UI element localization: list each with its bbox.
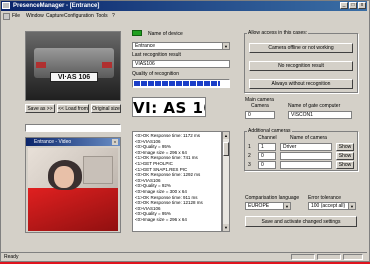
camera-label: Camera — [251, 103, 269, 109]
status-bar: Ready — [1, 252, 367, 260]
access-group-label: Allow access in this cases: — [247, 30, 309, 36]
status-text: Ready — [4, 254, 19, 260]
additional-row-3-name[interactable] — [280, 161, 332, 169]
error-tolerance-select[interactable]: 100 (accept all) ▼ — [308, 202, 356, 210]
additional-cameras-label: Additional cameras — [247, 128, 292, 134]
menu-app-icon — [3, 13, 10, 20]
status-pane-3 — [343, 254, 363, 260]
additional-row-1-name[interactable]: Driver — [280, 143, 332, 151]
always-without-recognition-button[interactable]: Always without recognition — [249, 79, 353, 89]
main-camera-field[interactable]: 0 — [245, 111, 275, 119]
additional-row-3-channel[interactable]: 0 — [258, 161, 276, 169]
chevron-down-icon: ▼ — [283, 203, 290, 209]
video-close-icon[interactable]: x — [112, 139, 118, 145]
minimize-button[interactable]: _ — [340, 2, 348, 9]
menu-file[interactable]: File — [12, 13, 20, 20]
video-window: Entrance - Video x — [25, 137, 121, 233]
device-select[interactable]: Entrance ▼ — [132, 42, 230, 50]
status-pane-1 — [291, 254, 315, 260]
additional-row-1-show-button[interactable]: Show — [336, 143, 354, 151]
menu-configuration[interactable]: Configuration — [64, 13, 94, 20]
status-pane-2 — [317, 254, 341, 260]
title-bar: PresenceManager - [Entrance] — [1, 1, 367, 11]
additional-row-3-show-button[interactable]: Show — [336, 161, 354, 169]
menu-capture[interactable]: Capture — [46, 13, 64, 20]
additional-row-1-index: 1 — [248, 144, 251, 150]
menu-tools[interactable]: Tools — [96, 13, 108, 20]
window-title: PresenceManager - [Entrance] — [13, 3, 100, 9]
quality-progress — [132, 79, 230, 88]
camera-offline-button[interactable]: Camera offline or not working — [249, 43, 353, 53]
snapshot-plate: VI·AS 106 — [50, 72, 98, 82]
menu-window[interactable]: Window — [26, 13, 44, 20]
save-settings-button[interactable]: Save and activate changed settings — [245, 216, 357, 227]
comparison-language-value: EUROPE — [248, 203, 270, 209]
comparison-language-label: Comparisation language — [245, 195, 300, 201]
gate-computer-field[interactable]: VISCON1 — [288, 111, 352, 119]
device-name-label: Name of device — [148, 31, 183, 37]
bottom-red-stripe — [0, 262, 370, 264]
last-result-label: Last recognition result — [132, 52, 181, 58]
chevron-down-icon: ▼ — [222, 43, 229, 49]
camera-status-icon — [132, 30, 142, 36]
additional-row-2-show-button[interactable]: Show — [336, 152, 354, 160]
video-window-titlebar: Entrance - Video — [26, 138, 120, 146]
quality-label: Quality of recognition — [132, 71, 179, 77]
error-tolerance-label: Error tolerance — [308, 195, 342, 201]
chevron-down-icon: ▼ — [348, 203, 355, 209]
log-scrollbar[interactable]: ▲ ▼ — [222, 131, 230, 232]
additional-row-3-index: 3 — [248, 162, 251, 168]
recognized-plate: VI: AS 106 — [132, 97, 206, 117]
video-frame — [28, 148, 118, 231]
additional-row-1-channel[interactable]: 1 — [258, 143, 276, 151]
original-size-button[interactable]: Original size — [91, 104, 121, 113]
snapshot-image: VI·AS 106 — [25, 31, 121, 101]
app-icon — [2, 2, 10, 9]
scroll-up-icon[interactable]: ▲ — [223, 132, 229, 139]
log-list[interactable]: <0>OK Response time: 1172 ms <0>VIAS106 <0… — [132, 131, 222, 232]
image-info-field — [25, 124, 121, 132]
no-recognition-button[interactable]: No recognition result — [249, 61, 353, 71]
additional-row-2-index: 2 — [248, 153, 251, 159]
close-button[interactable]: x — [358, 2, 366, 9]
device-select-value: Entrance — [135, 43, 156, 49]
error-tolerance-value: 100 (accept all) — [311, 203, 346, 209]
maximize-button[interactable]: □ — [349, 2, 357, 9]
save-as-button[interactable]: Save as >> — [25, 104, 55, 113]
scroll-thumb[interactable] — [223, 142, 229, 156]
additional-row-2-name[interactable] — [280, 152, 332, 160]
log-line: <0>Image size = 296 x 64 — [135, 216, 187, 222]
camera-name-label: Name of camera — [290, 135, 327, 141]
channel-label: Channel — [258, 135, 277, 141]
menu-help[interactable]: ? — [112, 13, 115, 20]
load-from-button[interactable]: << Load from — [57, 104, 89, 113]
last-result-field: VIAS106 — [132, 60, 230, 68]
gate-computer-label: Name of gate computer — [288, 103, 341, 109]
comparison-language-select[interactable]: EUROPE ▼ — [245, 202, 291, 210]
additional-row-2-channel[interactable]: 0 — [258, 152, 276, 160]
video-window-title: Entrance - Video — [34, 139, 72, 145]
quality-progress-fill — [134, 81, 221, 86]
scroll-down-icon[interactable]: ▼ — [223, 224, 229, 231]
